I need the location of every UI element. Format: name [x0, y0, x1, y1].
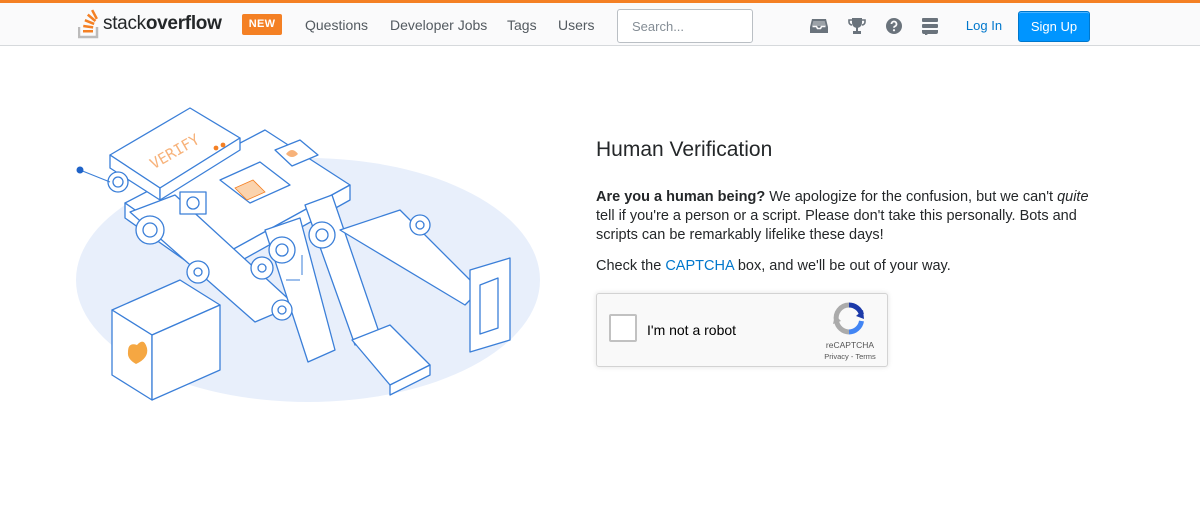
captcha-link[interactable]: CAPTCHA — [665, 258, 734, 274]
logo-text-bold: overflow — [145, 13, 222, 34]
login-button[interactable]: Log In — [956, 11, 1012, 41]
captcha-instruction: Check the CAPTCHA box, and we'll be out … — [596, 258, 951, 274]
recaptcha-logo-icon — [833, 302, 864, 335]
trophy-icon[interactable] — [846, 15, 868, 37]
site-switcher-icon[interactable] — [919, 15, 941, 37]
verification-message: Are you a human being? We apologize for … — [596, 188, 1096, 245]
message-text-1: We apologize for the confusion, but we c… — [765, 189, 1058, 205]
recaptcha-terms-link[interactable]: Privacy - Terms — [815, 352, 885, 361]
inbox-icon[interactable] — [808, 15, 830, 37]
captcha-instruction-suffix: box, and we'll be out of your way. — [733, 258, 951, 274]
message-emphasis: quite — [1057, 189, 1089, 205]
logo-wordmark: stackoverflow — [103, 13, 222, 35]
recaptcha-checkbox[interactable] — [609, 314, 637, 342]
captcha-instruction-prefix: Check the — [596, 258, 666, 274]
new-badge: NEW — [242, 14, 282, 35]
top-bar: stackoverflow NEW Questions Developer Jo… — [0, 0, 1200, 46]
recaptcha-widget: I'm not a robot reCAPTCHA Privacy - Term… — [596, 293, 888, 367]
page-title: Human Verification — [596, 138, 773, 161]
nav-tags[interactable]: Tags — [507, 17, 537, 33]
nav-developer-jobs[interactable]: Developer Jobs — [390, 17, 487, 33]
message-question: Are you a human being? — [596, 189, 766, 205]
recaptcha-brand: reCAPTCHA — [825, 340, 875, 350]
stackoverflow-logo[interactable]: stackoverflow — [78, 8, 222, 40]
recaptcha-label: I'm not a robot — [647, 322, 737, 338]
antenna-dot — [76, 166, 84, 174]
logo-text-regular: stack — [103, 13, 146, 34]
robot-illustration: VERIFY — [76, 107, 540, 402]
stack-logo-icon — [78, 9, 99, 39]
message-text-2: tell if you're a person or a script. Ple… — [596, 208, 1077, 243]
help-icon[interactable] — [883, 15, 905, 37]
nav-users[interactable]: Users — [558, 17, 595, 33]
nav-questions[interactable]: Questions — [305, 17, 368, 33]
signup-button[interactable]: Sign Up — [1018, 11, 1090, 42]
search-input[interactable] — [617, 9, 753, 43]
